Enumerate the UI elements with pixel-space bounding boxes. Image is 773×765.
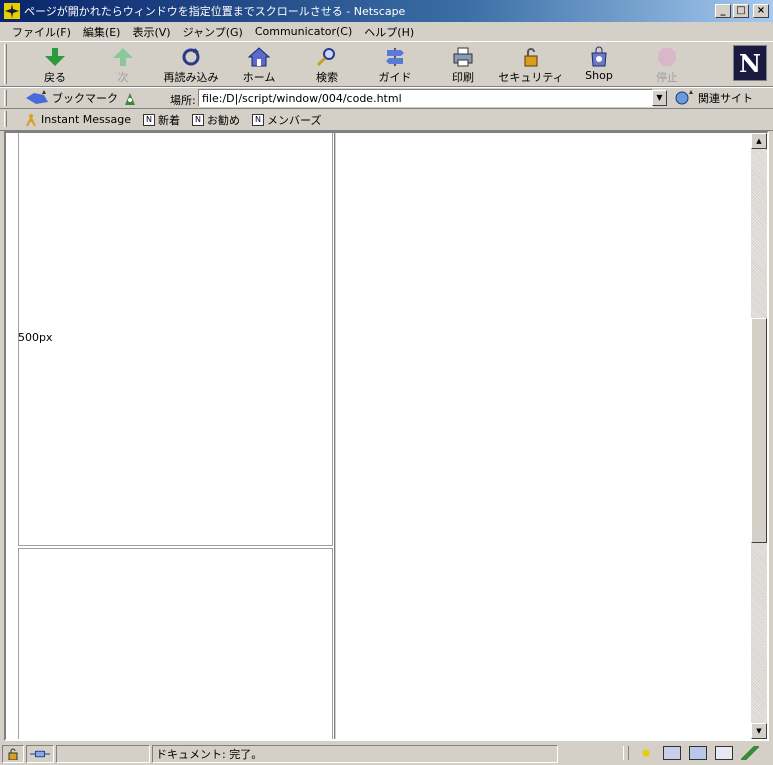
menu-edit[interactable]: 編集(E) (77, 24, 127, 40)
personal-link-recommend[interactable]: N お勧め (192, 112, 240, 128)
bookmark-page-icon: N (252, 113, 264, 126)
instant-message-link[interactable]: Instant Message (24, 113, 131, 127)
reload-button[interactable]: 再読み込み (161, 46, 221, 86)
guide-icon (386, 48, 404, 66)
search-button[interactable]: 検索 (297, 46, 357, 86)
frame-divider[interactable] (334, 133, 336, 739)
personal-link-members[interactable]: N メンバーズ (252, 112, 321, 128)
title-bar: ページが開かれたらウィンドウを指定位置までスクロールさせる - Netscape… (0, 0, 773, 22)
back-button[interactable]: 戻る (25, 46, 85, 86)
component-grip-icon[interactable] (623, 746, 629, 760)
home-icon (247, 47, 271, 67)
bookmarks-label: ブックマーク (52, 92, 118, 105)
stop-icon (658, 48, 676, 66)
menu-view[interactable]: 表示(V) (126, 24, 176, 40)
related-sites-icon (675, 90, 693, 105)
location-label: 場所: (170, 94, 196, 107)
menu-go[interactable]: ジャンプ(G) (177, 24, 249, 40)
vertical-scrollbar[interactable]: ▲ ▼ (751, 133, 767, 739)
stop-button[interactable]: 停止 (637, 46, 697, 86)
location-toolbar: ブックマーク 場所: ▼ 関連サイト (0, 87, 773, 109)
page-content: 500px ▲ ▼ (4, 131, 769, 741)
maximize-button[interactable]: □ (733, 4, 749, 18)
bookmark-page-icon: N (143, 113, 155, 126)
newsgroup-icon[interactable] (689, 746, 707, 760)
address-book-icon[interactable] (715, 746, 733, 760)
mail-icon[interactable] (663, 746, 681, 760)
home-button[interactable]: ホーム (229, 46, 289, 86)
page-proxy-icon[interactable] (122, 91, 138, 107)
menu-bar: ファイル(F) 編集(E) 表示(V) ジャンプ(G) Communicator… (0, 22, 773, 41)
progress-meter (56, 745, 150, 763)
composer-icon[interactable] (741, 746, 759, 760)
bookmark-page-icon: N (192, 113, 204, 126)
forward-arrow-icon (113, 48, 133, 66)
locbar-grip[interactable] (4, 90, 7, 106)
back-arrow-icon (45, 48, 65, 66)
status-text: ドキュメント: 完了。 (152, 745, 558, 763)
box-size-label: 500px (18, 331, 53, 344)
menu-communicator[interactable]: Communicator(C) (249, 25, 358, 38)
window-title: ページが開かれたらウィンドウを指定位置までスクロールさせる - Netscape (24, 5, 406, 18)
reload-icon (182, 48, 200, 66)
component-bar (623, 746, 759, 760)
scroll-up-button[interactable]: ▲ (751, 133, 767, 149)
status-bar: ドキュメント: 完了。 (0, 743, 773, 765)
related-sites-label: 関連サイト (698, 92, 753, 105)
personal-toolbar: Instant Message N 新着 N お勧め N メンバーズ (0, 109, 773, 131)
forward-button[interactable]: 次 (93, 46, 153, 86)
print-button[interactable]: 印刷 (433, 46, 493, 86)
navigator-icon[interactable] (637, 746, 655, 760)
security-button[interactable]: セキュリティ (498, 46, 564, 86)
menu-help[interactable]: ヘルプ(H) (358, 24, 420, 40)
minimize-button[interactable]: _ (715, 4, 731, 18)
location-url-input[interactable] (198, 89, 653, 107)
shop-button[interactable]: Shop (569, 46, 629, 86)
close-button[interactable]: × (753, 4, 769, 18)
personal-link-new[interactable]: N 新着 (143, 112, 180, 128)
bookmarks-button[interactable]: ブックマーク (24, 90, 118, 106)
navigation-toolbar: 戻る 次 再読み込み ホーム 検索 ガイド 印刷 セキュリティ Shop 停止 … (0, 41, 773, 87)
guide-button[interactable]: ガイド (365, 46, 425, 86)
security-lock-icon (524, 48, 538, 67)
location-dropdown-button[interactable]: ▼ (652, 90, 667, 106)
netscape-logo[interactable]: N (733, 45, 767, 81)
bookmark-icon (26, 90, 48, 104)
security-status-icon[interactable] (2, 745, 24, 763)
netscape-app-icon (4, 3, 20, 19)
scroll-down-button[interactable]: ▼ (751, 723, 767, 739)
toolbar-grip[interactable] (4, 44, 7, 84)
instant-message-icon (26, 113, 36, 126)
tall-box (18, 133, 333, 546)
related-sites-button[interactable]: 関連サイト (674, 90, 753, 106)
search-icon (316, 48, 335, 67)
menu-file[interactable]: ファイル(F) (6, 24, 77, 40)
scroll-thumb[interactable] (751, 318, 767, 543)
personalbar-grip[interactable] (4, 111, 7, 127)
left-frame (18, 133, 333, 739)
printer-icon (453, 47, 473, 67)
lower-box (18, 548, 333, 739)
shop-icon (591, 46, 607, 67)
connection-status-icon (26, 745, 54, 763)
